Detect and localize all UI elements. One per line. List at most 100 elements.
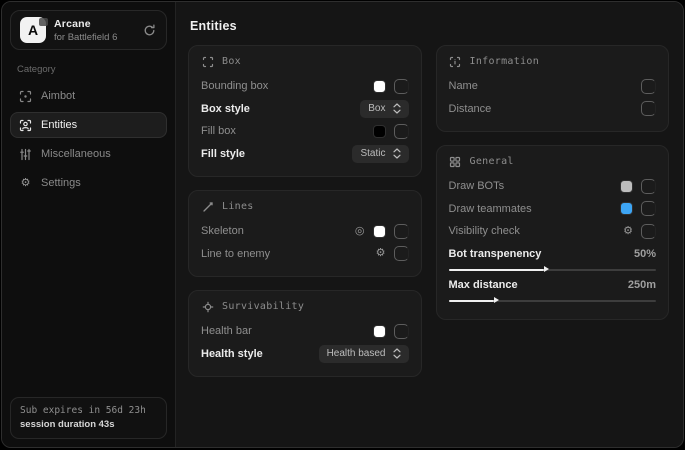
box-card: Box Bounding box Box style Box	[188, 45, 422, 177]
box-card-header: Box	[201, 55, 409, 68]
line-to-enemy-checkbox[interactable]	[394, 246, 409, 261]
setting-row-health-style: Health style Health based	[201, 343, 409, 366]
session-duration-text: session duration 43s	[20, 419, 157, 430]
setting-row-skeleton: Skeleton ◎	[201, 220, 409, 243]
entities-icon	[19, 119, 32, 132]
information-card-title: Information	[470, 56, 540, 67]
slider-handle[interactable]	[544, 266, 549, 272]
scope-icon[interactable]: ◎	[355, 226, 365, 237]
sidebar-item-label: Entities	[41, 119, 77, 131]
setting-label: Bot transpenency	[449, 248, 542, 260]
sidebar: A Arcane for Battlefield 6 Category	[2, 2, 176, 447]
right-column: Information Name Distance	[436, 45, 670, 333]
crosshair-icon	[19, 90, 32, 103]
draw-teammates-checkbox[interactable]	[641, 201, 656, 216]
survivability-card-header: Survivability	[201, 300, 409, 313]
setting-row-distance: Distance	[449, 98, 657, 121]
max-distance-slider[interactable]	[449, 300, 657, 302]
slider-fill	[449, 300, 495, 302]
sidebar-item-label: Aimbot	[41, 90, 75, 102]
refresh-icon[interactable]	[141, 22, 157, 38]
sidebar-item-label: Miscellaneous	[41, 148, 111, 160]
setting-label: Fill style	[201, 148, 245, 160]
health-icon	[201, 300, 214, 313]
setting-row-visibility-check: Visibility check ⚙	[449, 220, 657, 243]
color-swatch[interactable]	[373, 225, 386, 238]
line-icon	[201, 200, 214, 213]
setting-label: Draw BOTs	[449, 180, 505, 192]
bot-transparency-slider[interactable]	[449, 269, 657, 271]
distance-checkbox[interactable]	[641, 101, 656, 116]
slider-value: 250m	[628, 279, 656, 291]
color-swatch[interactable]	[620, 202, 633, 215]
profile-text: Arcane for Battlefield 6	[54, 18, 133, 43]
unfold-icon	[393, 103, 401, 114]
health-style-dropdown[interactable]: Health based	[319, 345, 409, 363]
left-column: Box Bounding box Box style Box	[188, 45, 422, 390]
profile-card[interactable]: A Arcane for Battlefield 6	[10, 10, 167, 50]
sidebar-item-settings[interactable]: ⚙ Settings	[10, 170, 167, 196]
setting-row-fill-box: Fill box	[201, 120, 409, 143]
main-panel: Entities Box B	[176, 2, 683, 447]
sliders-icon	[19, 148, 32, 161]
setting-row-draw-bots: Draw BOTs	[449, 175, 657, 198]
sidebar-item-entities[interactable]: Entities	[10, 112, 167, 138]
slider-handle[interactable]	[494, 297, 499, 303]
lines-card-header: Lines	[201, 200, 409, 213]
gear-icon: ⚙	[19, 177, 32, 190]
setting-row-draw-teammates: Draw teammates	[449, 198, 657, 221]
setting-row-bounding-box: Bounding box	[201, 75, 409, 98]
setting-label: Bounding box	[201, 80, 268, 92]
setting-row-name: Name	[449, 75, 657, 98]
subscription-info: Sub expires in 56d 23h session duration …	[10, 397, 167, 439]
setting-label: Box style	[201, 103, 250, 115]
color-swatch[interactable]	[373, 325, 386, 338]
color-swatch[interactable]	[373, 80, 386, 93]
sub-expiry-text: Sub expires in 56d 23h	[20, 405, 157, 416]
health-bar-checkbox[interactable]	[394, 324, 409, 339]
lines-card-title: Lines	[222, 201, 254, 212]
setting-label: Max distance	[449, 279, 518, 291]
setting-label: Health style	[201, 348, 263, 360]
app-window: A Arcane for Battlefield 6 Category	[1, 1, 684, 448]
avatar: A	[20, 17, 46, 43]
fill-box-checkbox[interactable]	[394, 124, 409, 139]
category-label: Category	[17, 64, 167, 75]
gear-icon[interactable]: ⚙	[376, 248, 386, 259]
color-swatch[interactable]	[373, 125, 386, 138]
slider-fill	[449, 269, 544, 271]
setting-label: Skeleton	[201, 225, 244, 237]
general-card: General Draw BOTs Draw teammates	[436, 145, 670, 320]
box-style-dropdown[interactable]: Box	[360, 100, 408, 118]
lines-card: Lines Skeleton ◎ Line to enemy ⚙	[188, 190, 422, 277]
fill-style-dropdown[interactable]: Static	[352, 145, 408, 163]
visibility-check-checkbox[interactable]	[641, 224, 656, 239]
survivability-card: Survivability Health bar Health style He…	[188, 290, 422, 377]
color-swatch[interactable]	[620, 180, 633, 193]
slider-value: 50%	[634, 248, 656, 260]
name-checkbox[interactable]	[641, 79, 656, 94]
setting-row-health-bar: Health bar	[201, 320, 409, 343]
unfold-icon	[393, 148, 401, 159]
setting-row-box-style: Box style Box	[201, 98, 409, 121]
sidebar-item-label: Settings	[41, 177, 81, 189]
draw-bots-checkbox[interactable]	[641, 179, 656, 194]
setting-label: Health bar	[201, 325, 252, 337]
sidebar-item-miscellaneous[interactable]: Miscellaneous	[10, 141, 167, 167]
sidebar-nav: Aimbot Entities	[10, 83, 167, 196]
setting-label: Name	[449, 80, 478, 92]
dropdown-value: Box	[368, 103, 385, 115]
skeleton-checkbox[interactable]	[394, 224, 409, 239]
bounding-box-checkbox[interactable]	[394, 79, 409, 94]
gear-icon[interactable]: ⚙	[623, 226, 633, 237]
dropdown-value: Health based	[327, 348, 386, 360]
grid-icon	[449, 155, 462, 168]
info-icon	[449, 55, 462, 68]
setting-label: Distance	[449, 103, 492, 115]
setting-label: Draw teammates	[449, 203, 532, 215]
information-card-header: Information	[449, 55, 657, 68]
box-card-title: Box	[222, 56, 241, 67]
unfold-icon	[393, 348, 401, 359]
dropdown-value: Static	[360, 148, 385, 160]
sidebar-item-aimbot[interactable]: Aimbot	[10, 83, 167, 109]
